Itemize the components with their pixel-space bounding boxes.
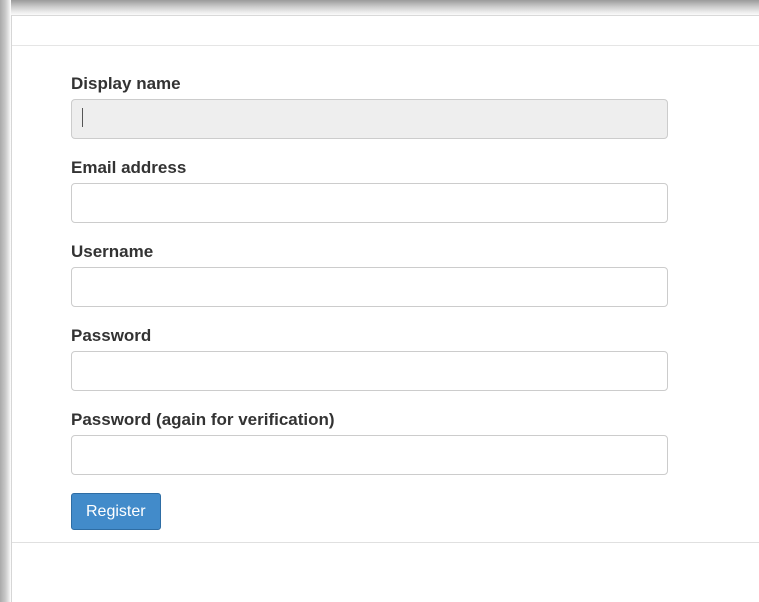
registration-form: Display name Email address Username Pass… xyxy=(71,72,668,530)
email-group: Email address xyxy=(71,156,668,223)
footer-divider xyxy=(12,542,759,543)
window-left-shadow xyxy=(0,0,11,602)
password-group: Password xyxy=(71,324,668,391)
username-label: Username xyxy=(71,242,154,261)
screen: Display name Email address Username Pass… xyxy=(0,0,759,602)
text-cursor xyxy=(82,108,83,127)
header-divider xyxy=(12,45,759,46)
password-confirm-field[interactable] xyxy=(71,435,668,475)
registration-panel: Display name Email address Username Pass… xyxy=(11,15,759,602)
display-name-label: Display name xyxy=(71,74,181,93)
username-field[interactable] xyxy=(71,267,668,307)
username-group: Username xyxy=(71,240,668,307)
display-name-group: Display name xyxy=(71,72,668,139)
password-label: Password xyxy=(71,326,152,345)
window-top-shadow xyxy=(0,0,759,16)
email-label: Email address xyxy=(71,158,187,177)
password-field[interactable] xyxy=(71,351,668,391)
register-button[interactable]: Register xyxy=(71,493,161,530)
email-field[interactable] xyxy=(71,183,668,223)
display-name-wrap xyxy=(71,99,668,139)
password-confirm-group: Password (again for verification) xyxy=(71,408,668,475)
password-confirm-label: Password (again for verification) xyxy=(71,410,335,429)
display-name-field[interactable] xyxy=(71,99,668,139)
